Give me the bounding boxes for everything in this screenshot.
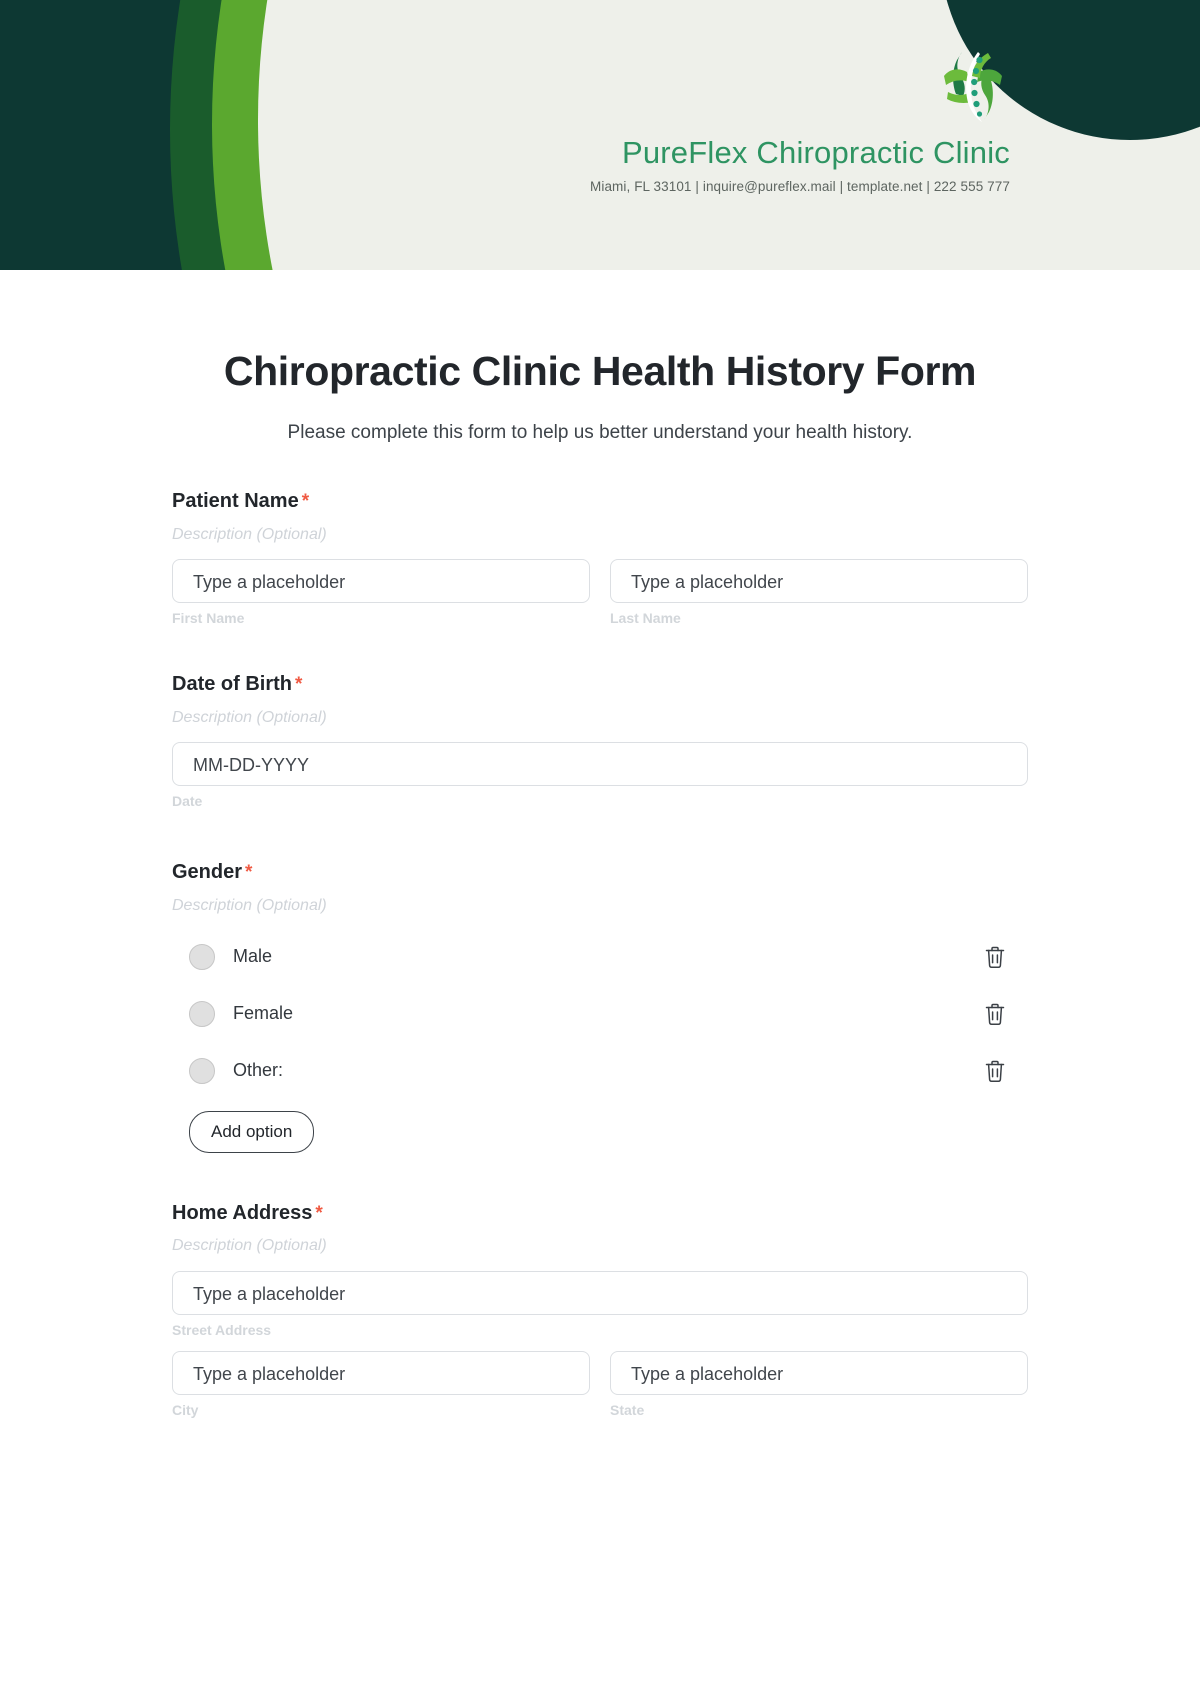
field-patient-name: Patient Name * Description (Optional) Typ… <box>172 489 1028 627</box>
input-group-first-name: Type a placeholder First Name <box>172 559 590 627</box>
input-row: Type a placeholder First Name Type a pla… <box>172 559 1028 627</box>
field-label: Gender * <box>172 860 1028 885</box>
trash-icon[interactable] <box>984 945 1006 969</box>
input-row: Type a placeholder Street Address <box>172 1270 1028 1339</box>
required-marker: * <box>295 673 303 695</box>
field-description: Description (Optional) <box>172 525 327 543</box>
option-row[interactable]: Female <box>172 994 1028 1034</box>
add-option-button[interactable]: Add option <box>189 1110 315 1153</box>
form-container: Chiropractic Clinic Health History Form … <box>172 348 1028 1419</box>
field-label: Patient Name * <box>172 489 1028 514</box>
date-of-birth-input[interactable]: MM-DD-YYYY <box>172 741 1028 786</box>
input-group-last-name: Type a placeholder Last Name <box>610 559 1028 627</box>
field-gender: Gender * Description (Optional) Male Fem… <box>172 860 1028 1153</box>
input-group-street-address: Type a placeholder Street Address <box>172 1270 1028 1339</box>
input-row: MM-DD-YYYY Date <box>172 741 1028 810</box>
trash-icon[interactable] <box>984 1059 1006 1083</box>
field-description: Description (Optional) <box>172 1237 327 1255</box>
field-label: Home Address * <box>172 1201 1028 1226</box>
radio-button-icon[interactable] <box>189 1057 215 1084</box>
input-group-state: Type a placeholder State <box>610 1351 1028 1419</box>
state-sub-label: State <box>610 1402 645 1419</box>
first-name-sub-label: First Name <box>172 610 245 627</box>
last-name-input[interactable]: Type a placeholder <box>610 559 1028 604</box>
page-title: Chiropractic Clinic Health History Form <box>223 348 977 394</box>
option-label: Female <box>233 1003 294 1024</box>
field-date-of-birth: Date of Birth * Description (Optional) MM… <box>172 672 1028 810</box>
field-label-text: Date of Birth <box>172 672 292 695</box>
radio-button-icon[interactable] <box>189 943 215 970</box>
city-input[interactable]: Type a placeholder <box>172 1351 590 1396</box>
form-page: Chiropractic Clinic Health History Form … <box>0 270 1200 1419</box>
required-marker: * <box>245 861 253 883</box>
option-label: Other: <box>233 1060 284 1081</box>
input-group-city: Type a placeholder City <box>172 1351 590 1419</box>
field-label: Date of Birth * <box>172 672 1028 697</box>
street-address-input[interactable]: Type a placeholder <box>172 1270 1028 1315</box>
field-label-text: Home Address <box>172 1201 313 1224</box>
field-label-text: Gender <box>172 860 243 883</box>
input-row: Type a placeholder City Type a placehold… <box>172 1351 1028 1419</box>
date-sub-label: Date <box>172 792 203 809</box>
field-home-address: Home Address * Description (Optional) Typ… <box>172 1201 1028 1420</box>
page-header: PureFlex Chiropractic Clinic Miami, FL 3… <box>0 0 1200 270</box>
radio-button-icon[interactable] <box>189 1000 215 1027</box>
page-subtitle: Please complete this form to help us bet… <box>287 422 913 444</box>
spine-leaf-logo-icon <box>936 46 1010 126</box>
clinic-contact-line: Miami, FL 33101 | inquire@pureflex.mail … <box>590 179 1010 195</box>
required-marker: * <box>315 1202 323 1224</box>
state-input[interactable]: Type a placeholder <box>610 1351 1028 1396</box>
required-marker: * <box>301 491 310 513</box>
field-description: Description (Optional) <box>172 896 327 914</box>
field-label-text: Patient Name <box>172 490 299 513</box>
option-row[interactable]: Male <box>172 937 1028 977</box>
header-clinic-info: PureFlex Chiropractic Clinic Miami, FL 3… <box>190 135 1010 195</box>
gender-option-list: Male Female Other: <box>172 937 1028 1091</box>
city-sub-label: City <box>172 1402 199 1419</box>
clinic-name: PureFlex Chiropractic Clinic <box>621 135 1010 170</box>
input-group-date: MM-DD-YYYY Date <box>172 741 1028 810</box>
field-description: Description (Optional) <box>172 708 327 726</box>
trash-icon[interactable] <box>984 1002 1006 1026</box>
last-name-sub-label: Last Name <box>610 610 681 627</box>
street-address-sub-label: Street Address <box>172 1321 272 1338</box>
option-label: Male <box>233 946 273 967</box>
first-name-input[interactable]: Type a placeholder <box>172 559 590 604</box>
option-row[interactable]: Other: <box>172 1051 1028 1091</box>
